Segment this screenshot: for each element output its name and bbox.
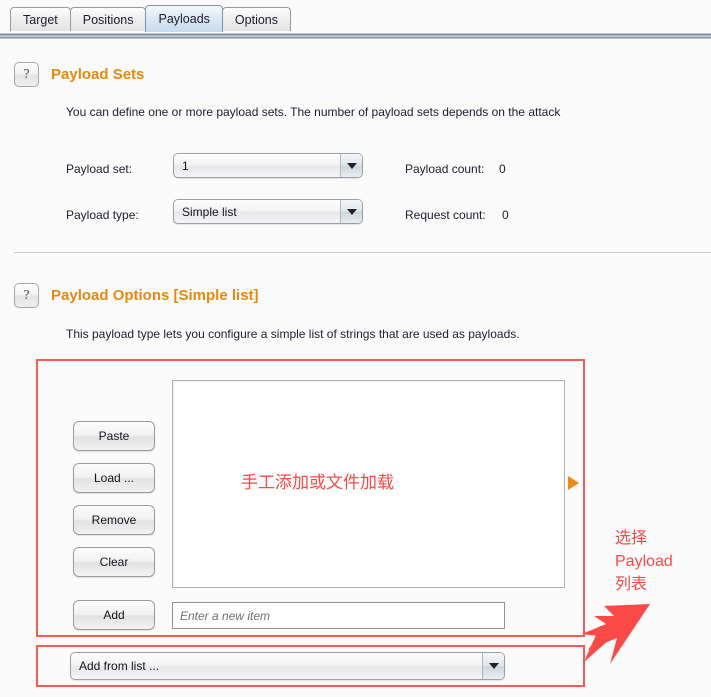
payload-count-value: 0 [499, 162, 506, 176]
orange-right-triangle-icon [568, 476, 579, 490]
red-arrow-icon [582, 602, 652, 664]
chevron-down-icon[interactable] [482, 653, 504, 679]
payload-set-value: 1 [182, 158, 189, 173]
payload-options-header: ? Payload Options [Simple list] [14, 283, 259, 308]
tab-label: Positions [82, 13, 134, 27]
tab-options[interactable]: Options [221, 7, 292, 32]
tab-label: Target [23, 13, 58, 27]
button-label: Paste [98, 429, 130, 443]
paste-button[interactable]: Paste [73, 421, 155, 451]
chevron-down-icon[interactable] [340, 200, 362, 223]
payload-type-value: Simple list [182, 204, 237, 219]
tab-label: Options [234, 13, 279, 27]
question-mark-icon[interactable]: ? [14, 62, 39, 87]
add-from-list-value: Add from list ... [79, 659, 160, 673]
clear-button[interactable]: Clear [73, 547, 155, 577]
chevron-down-icon[interactable] [340, 154, 362, 177]
request-count-value: 0 [502, 208, 509, 222]
payload-sets-header: ? Payload Sets [14, 62, 144, 87]
payload-type-label: Payload type: [66, 208, 139, 222]
button-label: Load ... [93, 471, 135, 485]
payload-set-label: Payload set: [66, 162, 133, 176]
tab-bar-separator [0, 31, 711, 40]
payload-sets-title: Payload Sets [51, 66, 145, 83]
new-item-placeholder: Enter a new item [180, 608, 271, 623]
payload-options-description: This payload type lets you configure a s… [66, 327, 520, 341]
payload-set-select[interactable]: 1 [173, 153, 363, 178]
request-count-label: Request count: [405, 208, 486, 222]
button-label: Clear [99, 555, 129, 569]
payload-options-title: Payload Options [Simple list] [51, 287, 259, 304]
tab-target[interactable]: Target [10, 7, 71, 32]
button-label: Remove [91, 513, 137, 527]
annotation-manual-entry-text: 手工添加或文件加载 [241, 473, 394, 492]
add-button[interactable]: Add [73, 600, 155, 630]
payload-type-select[interactable]: Simple list [173, 199, 363, 224]
add-from-list-select[interactable]: Add from list ... [70, 652, 505, 680]
new-item-input[interactable]: Enter a new item [172, 602, 505, 629]
section-divider [14, 252, 711, 253]
annotation-select-payload-line2: Payload [615, 553, 673, 570]
payload-sets-description: You can define one or more payload sets.… [66, 105, 561, 119]
button-label: Add [103, 608, 125, 622]
tab-bar: Target Positions Payloads Options [0, 0, 711, 40]
annotation-select-payload-line1: 选择 [615, 530, 648, 547]
payload-count-label: Payload count: [405, 162, 485, 176]
remove-button[interactable]: Remove [73, 505, 155, 535]
load-button[interactable]: Load ... [73, 463, 155, 493]
question-mark-icon[interactable]: ? [14, 283, 39, 308]
tab-positions[interactable]: Positions [69, 7, 147, 32]
tab-label: Payloads [158, 12, 210, 26]
tab-payloads[interactable]: Payloads [145, 5, 223, 32]
annotation-select-payload-line3: 列表 [615, 576, 648, 593]
payloads-pane: ? Payload Sets You can define one or mor… [0, 40, 711, 697]
tab-strip: Target Positions Payloads Options [10, 4, 292, 32]
